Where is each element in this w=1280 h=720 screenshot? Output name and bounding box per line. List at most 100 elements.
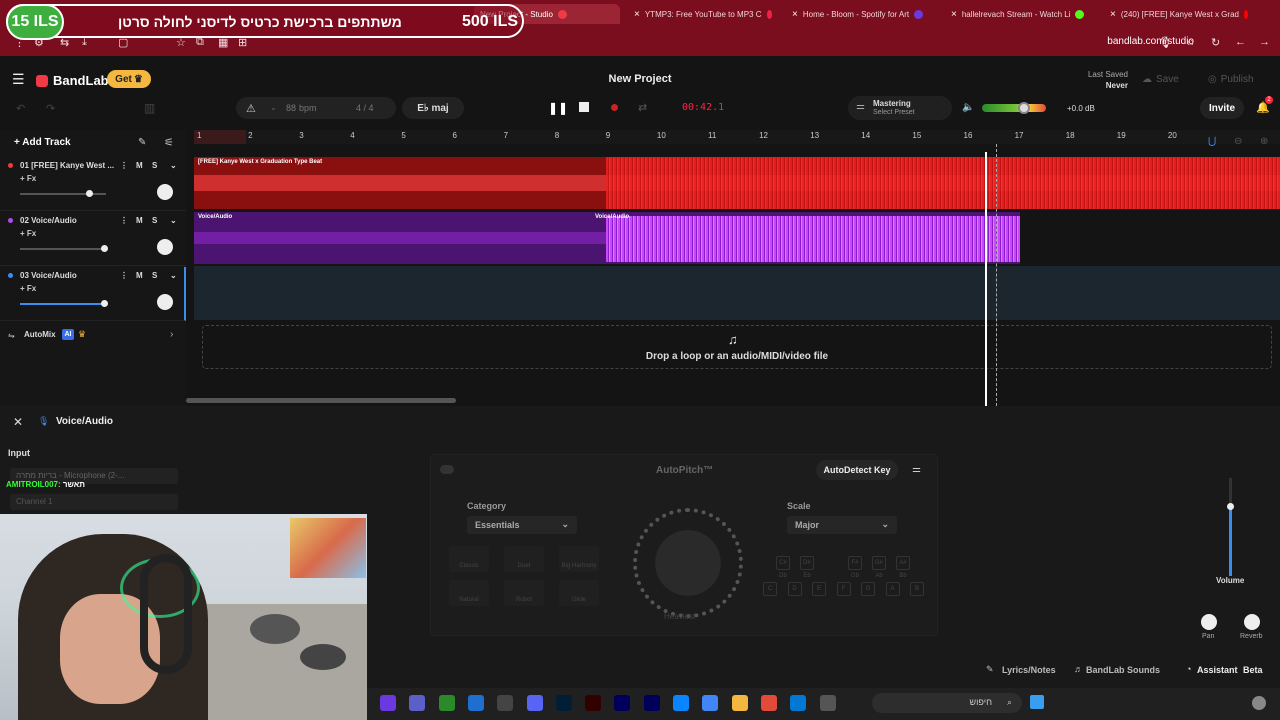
edge-icon[interactable]: [790, 695, 807, 711]
add-fx-button[interactable]: + Fx: [20, 174, 36, 183]
edit-tool-icon[interactable]: ✎: [138, 137, 146, 148]
taskbar-search[interactable]: חיפוש ⌕: [872, 693, 1022, 713]
note-key-natural[interactable]: F: [836, 582, 851, 596]
weather-icon[interactable]: [1252, 696, 1266, 710]
note-key-natural[interactable]: E: [812, 582, 826, 596]
url-bar[interactable]: bandlab.com/studio: [1107, 36, 1194, 47]
get-membership-button[interactable]: Get ♛: [107, 70, 151, 88]
add-fx-button[interactable]: + Fx: [20, 229, 36, 238]
note-key-natural[interactable]: G: [861, 582, 875, 596]
solo-button[interactable]: S: [152, 161, 157, 170]
time-signature[interactable]: 4 / 4: [356, 103, 374, 113]
hamburger-menu-icon[interactable]: ☰: [12, 71, 25, 88]
effect-preset-button[interactable]: Robot: [504, 580, 544, 606]
autopitch-strength-dial[interactable]: [633, 508, 743, 618]
track3-lane[interactable]: [194, 266, 1280, 320]
solo-button[interactable]: S: [152, 216, 157, 225]
magnet-icon[interactable]: ⋃: [1208, 136, 1216, 147]
pan-knob[interactable]: [157, 239, 173, 255]
windows-start-icon[interactable]: [1030, 695, 1044, 709]
bpm-value[interactable]: 88: [286, 103, 296, 113]
category-dropdown[interactable]: Essentials ⌄: [467, 516, 577, 534]
loop-icon[interactable]: ⇄: [638, 101, 647, 114]
scale-dropdown[interactable]: Major ⌄: [787, 516, 897, 534]
mute-button[interactable]: M: [136, 271, 143, 280]
folder-icon[interactable]: [731, 695, 748, 711]
metronome-dropdown-icon[interactable]: ⌄: [270, 103, 277, 112]
note-key-natural[interactable]: B: [910, 582, 924, 596]
browser-tab[interactable]: × Home - Bloom - Spotify for Art: [786, 4, 936, 24]
browser-tab[interactable]: × (240) [FREE] Kanye West x Grad: [1104, 4, 1254, 24]
track-menu-icon[interactable]: ⋮: [120, 271, 128, 280]
track-header[interactable]: 03 Voice/Audio ⋮ M S ⌄ + Fx: [0, 267, 186, 321]
home-icon[interactable]: ⌂: [1187, 36, 1194, 48]
effect-preset-button[interactable]: Natural: [449, 580, 489, 606]
metronome-icon[interactable]: ⚠: [246, 102, 256, 115]
note-key-sharp[interactable]: C# Db: [776, 556, 790, 579]
track-volume-handle[interactable]: [1227, 503, 1234, 510]
close-tab-icon[interactable]: ×: [951, 9, 957, 20]
reload-icon[interactable]: ↻: [1211, 36, 1220, 49]
close-tab-icon[interactable]: ×: [634, 9, 640, 20]
terminal-icon[interactable]: [673, 695, 689, 711]
track-header[interactable]: 01 [FREE] Kanye West ... ⋮ M S ⌄ + Fx: [0, 157, 186, 211]
chrome-icon[interactable]: [702, 695, 719, 711]
capture-icon[interactable]: [497, 695, 514, 711]
track1-clip[interactable]: [194, 157, 1280, 209]
mute-button[interactable]: M: [136, 216, 143, 225]
mute-button[interactable]: M: [136, 161, 143, 170]
chevron-down-icon[interactable]: ⌄: [170, 216, 177, 225]
undo-icon[interactable]: ↶: [16, 102, 25, 115]
pan-knob[interactable]: [157, 294, 173, 310]
teams-icon[interactable]: [409, 695, 426, 711]
publish-button[interactable]: ◎ Publish: [1208, 70, 1254, 88]
close-icon[interactable]: ✕: [13, 415, 23, 429]
zoom-in-icon[interactable]: ⊕: [1260, 136, 1268, 147]
track-volume-slider[interactable]: [20, 245, 109, 252]
note-key-natural[interactable]: A: [885, 582, 900, 596]
chevron-down-icon[interactable]: ⌄: [170, 271, 177, 280]
autodetect-key-button[interactable]: AutoDetect Key: [816, 460, 898, 480]
effect-preset-button[interactable]: Duet: [504, 546, 544, 572]
loop-region[interactable]: [194, 130, 246, 144]
chevron-right-icon[interactable]: ›: [170, 329, 173, 340]
track-name[interactable]: 02 Voice/Audio: [20, 216, 77, 225]
speaker-icon[interactable]: 🔈: [962, 102, 974, 113]
project-title[interactable]: New Project: [560, 73, 720, 85]
channel-select[interactable]: Channel 1: [10, 494, 178, 510]
slider-handle[interactable]: [101, 300, 109, 307]
track-settings-icon[interactable]: ⚟: [164, 136, 174, 149]
autopitch-toggle[interactable]: [440, 465, 454, 474]
pan-knob[interactable]: [1201, 614, 1217, 630]
app-icon[interactable]: [819, 695, 836, 711]
lyrics-notes-button[interactable]: Lyrics/Notes: [1002, 665, 1056, 675]
note-key-sharp[interactable]: A# Bb: [896, 556, 910, 579]
browser-tab[interactable]: × YTMP3: Free YouTube to MP3 C: [628, 4, 778, 24]
back-icon[interactable]: ←: [1235, 36, 1246, 48]
reverb-knob[interactable]: [1244, 614, 1260, 630]
slider-handle[interactable]: [85, 190, 93, 197]
add-track-button[interactable]: + Add Track: [14, 137, 71, 148]
track-volume-slider[interactable]: [20, 190, 106, 197]
chevron-down-icon[interactable]: ⌄: [170, 161, 177, 170]
redo-icon[interactable]: ↷: [46, 102, 55, 115]
record-icon[interactable]: [611, 104, 618, 111]
forward-icon[interactable]: →: [1259, 36, 1270, 48]
mic-icon[interactable]: 🎙: [1158, 36, 1172, 49]
obs-icon[interactable]: [380, 695, 396, 711]
close-tab-icon[interactable]: ×: [792, 9, 798, 20]
stop-icon[interactable]: [579, 102, 589, 112]
track-header[interactable]: 02 Voice/Audio ⋮ M S ⌄ + Fx: [0, 212, 186, 266]
track-menu-icon[interactable]: ⋮: [120, 161, 128, 170]
effect-preset-button[interactable]: Big Harmony: [559, 546, 599, 572]
track-name[interactable]: 03 Voice/Audio: [20, 271, 77, 280]
autopitch-settings-icon[interactable]: ⚌: [912, 464, 921, 475]
mastering-button[interactable]: ⚌ Mastering Select Preset: [848, 96, 952, 120]
effect-preset-button[interactable]: Glide: [559, 580, 599, 606]
mixer-icon[interactable]: ▥: [144, 101, 155, 115]
playhead[interactable]: [985, 152, 987, 406]
copilot-icon[interactable]: [760, 695, 777, 711]
after-effects-icon[interactable]: [643, 695, 660, 711]
master-volume-slider[interactable]: [1018, 102, 1030, 114]
bandlab-logo[interactable]: BandLab: [36, 73, 109, 88]
